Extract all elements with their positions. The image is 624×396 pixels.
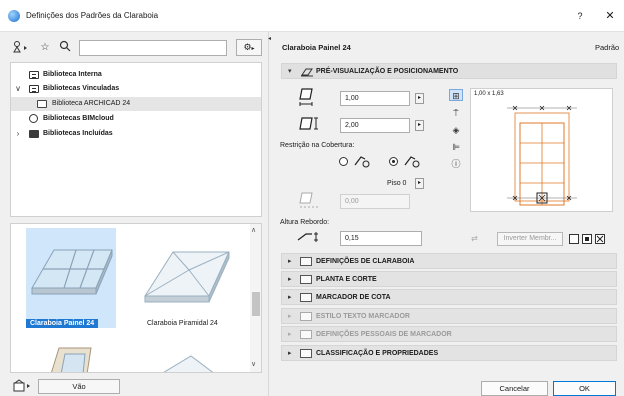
height-field[interactable]: 2,00 [340,118,410,133]
floor-label: Piso 0 [387,180,407,187]
ok-button[interactable]: OK [553,381,616,396]
opening-type-icon[interactable] [12,379,34,393]
object-standard-label: Padrão [595,43,620,52]
gear-icon: ⚙ [243,42,252,52]
collapse-left-icon[interactable]: ◂ [268,35,271,42]
section-marker-text-style[interactable]: ▸ ESTILO TEXTO MARCADOR [281,308,617,324]
favorites-star-icon[interactable]: ☆ [36,40,54,56]
curb-height-label: Altura Rebordo: [280,219,330,226]
invert-members-button[interactable]: Inverter Membr... [497,232,563,246]
height-stepper-icon[interactable]: ▸ [415,120,424,131]
roof-constraint-label: Restrição na Cobertura: [280,142,355,149]
offset-dimension-icon [298,190,320,208]
curb-height-icon [296,230,326,248]
cloud-icon [29,114,38,123]
thumbnail-panel-skylight[interactable] [26,228,116,328]
chevron-down-icon: ▾ [288,68,292,75]
section-preview-positioning[interactable]: ▾ PRÉ-VISUALIZAÇÃO E POSICIONAMENTO [281,63,617,79]
curb-height-field[interactable]: 0,15 [340,231,422,246]
grid-scrollbar-thumb[interactable] [252,292,260,316]
tree-item-included-libraries[interactable]: › Bibliotecas Incluídas [11,127,261,141]
preview-pencil-icon [300,67,313,77]
skylight-plan-drawing [507,105,577,206]
cancel-button[interactable]: Cancelar [481,381,548,396]
opening-alignment-icon[interactable]: ⍑ [449,107,463,119]
chevron-right-icon: ▸ [288,294,292,301]
book-icon [29,71,39,79]
skylight-settings-icon [300,257,312,266]
dimension-view-icon[interactable]: ⊫ [449,141,463,153]
dimension-readout: 1,00 x 1,63 [474,91,504,97]
chevron-right-icon: ▸ [288,331,292,338]
object-title: Claraboia Painel 24 [282,43,351,52]
chevron-right-icon[interactable]: › [13,127,23,141]
checkbox-2[interactable] [582,234,592,244]
3d-view-icon[interactable]: ◈ [449,124,463,136]
constraint-radio-1[interactable] [339,157,348,166]
invert-members-icon: ⇄ [471,234,478,243]
section-classification-properties[interactable]: ▸ CLASSIFICAÇÃO E PROPRIEDADES [281,345,617,361]
object-preview-grid: Claraboia Painel 24 Claraboia Piramidal … [10,223,262,373]
custom-marker-icon [300,330,312,339]
width-stepper-icon[interactable]: ▸ [415,93,424,104]
panel-divider[interactable] [268,32,276,396]
dropdown-arrow-icon: ▸ [251,46,255,52]
floor-stepper-icon[interactable]: ▸ [415,178,424,189]
book-icon [29,85,39,93]
library-manager-icon[interactable] [12,40,30,56]
scroll-up-icon[interactable]: ∧ [251,226,256,234]
section-skylight-settings[interactable]: ▸ DEFINIÇÕES DE CLARABOIA [281,253,617,269]
chevron-down-icon[interactable]: ∨ [13,82,23,96]
pyramid-skylight-image [144,251,230,303]
tree-item-internal-library[interactable]: Biblioteca Interna [11,68,261,82]
width-dimension-icon [298,87,316,106]
section-dimension-marker[interactable]: ▸ MARCADOR DE COTA [281,289,617,305]
thumbnail-label: Claraboia Piramidal 24 [147,320,218,327]
section-plan-section[interactable]: ▸ PLANTA E CORTE [281,271,617,287]
library-tree: Biblioteca Interna ∨ Bibliotecas Vincula… [10,62,262,217]
thumbnail-partial-1[interactable] [41,344,101,372]
checkbox-1[interactable] [569,234,579,244]
checkbox-3[interactable] [595,234,605,244]
tree-item-bimcloud-libraries[interactable]: Bibliotecas BIMcloud [11,112,261,126]
thumbnail-pyramid-skylight[interactable] [137,230,237,316]
roof-anchor-icon-1 [353,153,371,171]
width-field[interactable]: 1,00 [340,91,410,106]
chevron-right-icon: ▸ [288,276,292,283]
thumbnail-label-selected: Claraboia Painel 24 [26,319,99,328]
panel-skylight-image [31,249,113,295]
chevron-right-icon: ▸ [288,350,292,357]
archicad-app-icon [8,10,20,22]
folder-icon [37,100,47,108]
close-button[interactable]: ✕ [602,8,618,24]
tree-item-linked-libraries[interactable]: ∨ Bibliotecas Vinculadas [11,82,261,96]
search-input[interactable] [79,40,227,56]
settings-gear-button[interactable]: ⚙▸ [236,39,262,56]
scroll-down-icon[interactable]: ∨ [251,360,256,368]
window-title: Definições dos Padrões da Claraboia [26,11,159,20]
opening-button[interactable]: Vão [38,379,120,394]
thumbnail-partial-2[interactable] [151,352,221,372]
folder-icon [29,130,39,138]
offset-field[interactable]: 0,00 [340,194,410,209]
dimension-marker-icon [300,293,312,302]
tree-item-archicad-library[interactable]: Biblioteca ARCHICAD 24 [11,97,261,111]
search-icon[interactable] [56,40,74,56]
help-button[interactable]: ? [572,8,588,24]
section-custom-marker-settings[interactable]: ▸ DEFINIÇÕES PESSOAIS DE MARCADOR [281,326,617,342]
classification-icon [300,349,312,358]
plan-section-icon [300,275,312,284]
info-icon[interactable]: ⓘ [449,158,463,170]
geometry-preview [470,88,613,212]
height-dimension-icon [298,115,318,133]
constraint-radio-2[interactable] [389,157,398,166]
roof-anchor-icon-2 [403,153,421,171]
chevron-right-icon: ▸ [288,313,292,320]
chevron-right-icon: ▸ [288,258,292,265]
anchor-point-icon[interactable]: ⊞ [449,89,463,101]
marker-text-style-icon [300,312,312,321]
